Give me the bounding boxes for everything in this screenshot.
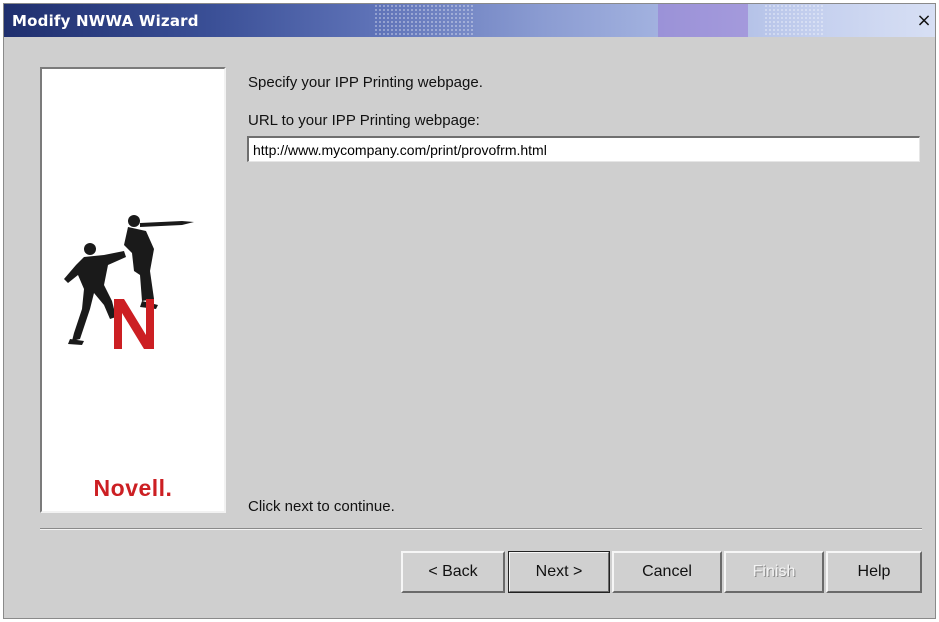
title-bar[interactable]: Modify NWWA Wizard × (4, 4, 935, 37)
url-input[interactable] (247, 136, 920, 162)
finish-button[interactable]: Finish (724, 551, 824, 593)
close-icon[interactable]: × (915, 11, 933, 31)
back-button[interactable]: < Back (401, 551, 505, 593)
title-bar-band (658, 4, 748, 37)
title-bar-pattern (374, 4, 474, 37)
next-button[interactable]: Next > (508, 551, 610, 593)
button-divider (40, 528, 922, 530)
instruction-text: Specify your IPP Printing webpage. (248, 74, 483, 91)
window-title: Modify NWWA Wizard (12, 12, 199, 30)
continue-hint: Click next to continue. (248, 498, 395, 515)
url-label: URL to your IPP Printing webpage: (248, 112, 480, 129)
help-button[interactable]: Help (826, 551, 922, 593)
title-bar-pattern-right (764, 4, 824, 37)
novell-logo: Novell. (93, 475, 173, 501)
wizard-side-panel: Novell. (40, 67, 226, 513)
cancel-button[interactable]: Cancel (612, 551, 722, 593)
wizard-window: Modify NWWA Wizard × Novell. Specify you… (3, 3, 936, 619)
novell-figures-logo-icon (64, 215, 194, 349)
